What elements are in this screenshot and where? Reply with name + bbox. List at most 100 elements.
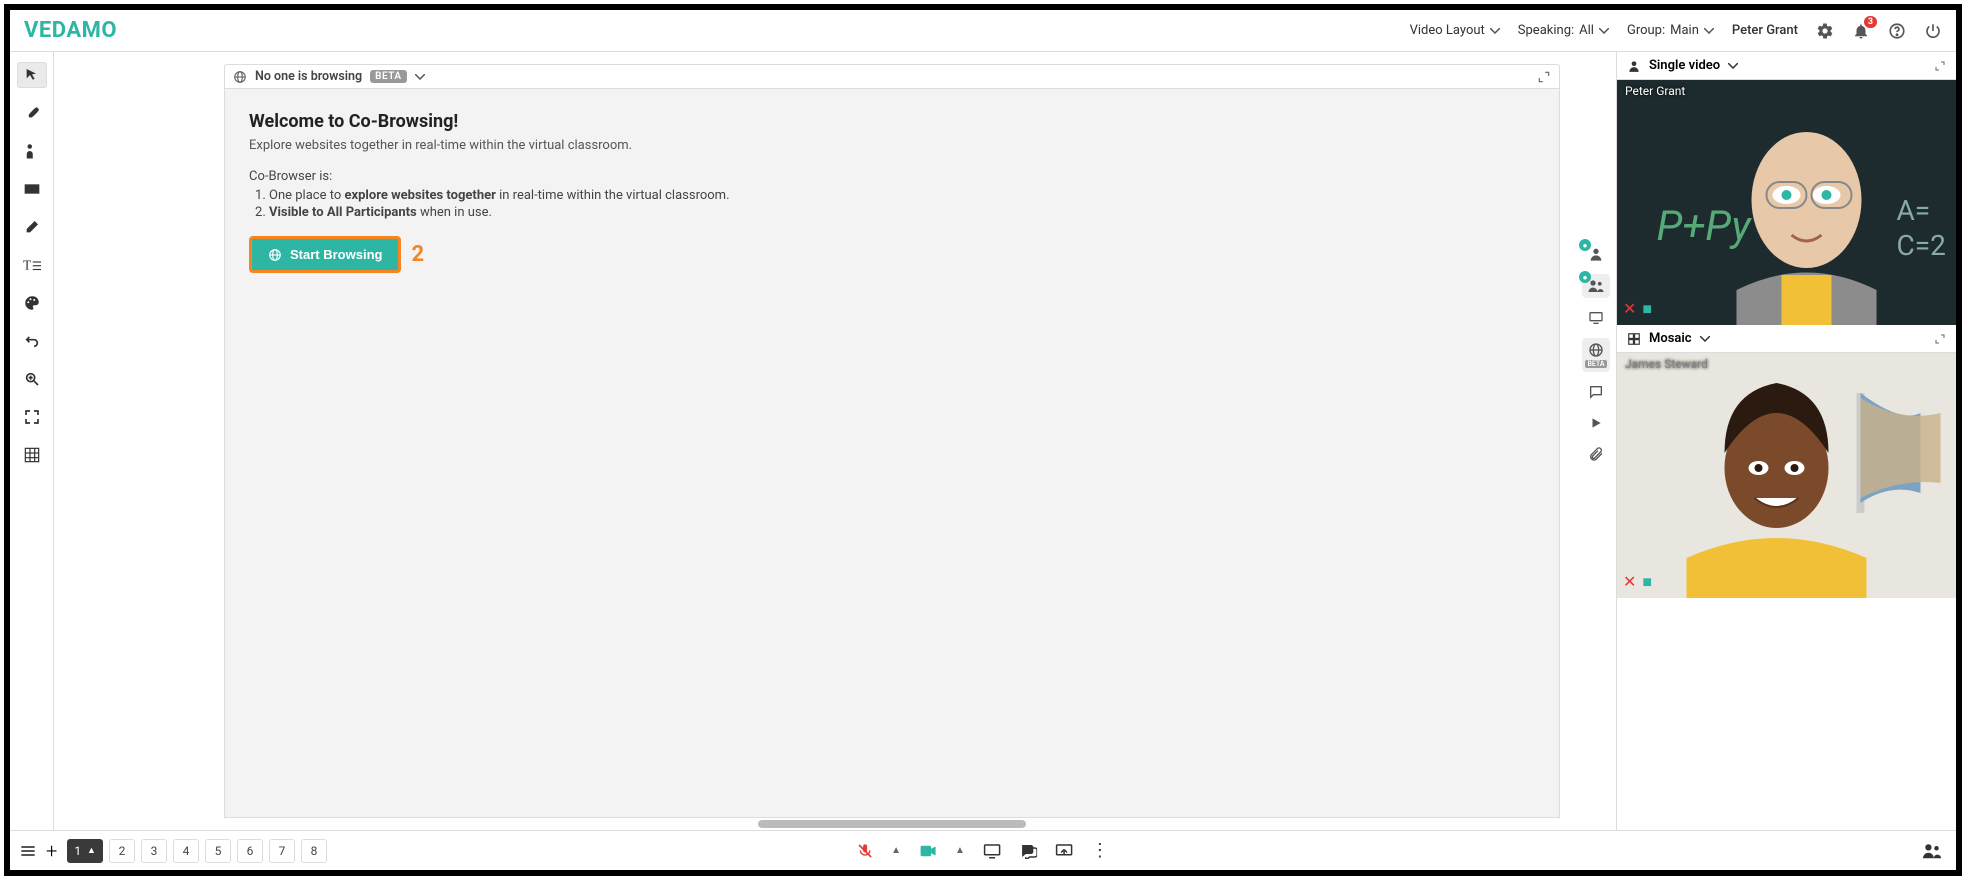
power-icon[interactable] xyxy=(1924,22,1942,40)
tool-grid[interactable] xyxy=(17,442,47,468)
cobrowse-status-text: No one is browsing xyxy=(255,69,362,84)
video-layout-dropdown[interactable]: Video Layout xyxy=(1410,23,1500,38)
camera-options[interactable]: ▲ xyxy=(955,845,965,856)
notif-badge: 3 xyxy=(1864,16,1877,28)
expand-icon[interactable] xyxy=(1934,60,1946,72)
video-tile-name: James Steward xyxy=(1625,357,1708,371)
speaking-label: Speaking: xyxy=(1518,23,1574,38)
dock-participants[interactable]: ● xyxy=(1582,274,1610,298)
video-tile-name: Peter Grant xyxy=(1625,84,1685,98)
tool-pointer[interactable] xyxy=(17,62,47,88)
menu-icon[interactable] xyxy=(20,844,36,858)
chevron-down-icon xyxy=(1490,28,1500,34)
camera-button[interactable] xyxy=(919,844,937,858)
tool-palette[interactable] xyxy=(17,290,47,316)
video-tile-1[interactable]: P+Py A= C=2 Peter Grant ✕ ■ xyxy=(1617,80,1956,325)
person-icon xyxy=(1627,59,1641,73)
media-controls: ▲ ▲ ⋮ xyxy=(857,840,1109,861)
dock-chat[interactable] xyxy=(1582,380,1610,404)
more-button[interactable]: ⋮ xyxy=(1091,840,1109,861)
beta-badge: BETA xyxy=(370,70,406,83)
expand-icon[interactable] xyxy=(1934,333,1946,345)
globe-icon xyxy=(268,248,282,262)
callout-number: 2 xyxy=(411,242,424,267)
tool-undo[interactable] xyxy=(17,328,47,354)
globe-icon xyxy=(233,70,247,84)
tool-brush[interactable] xyxy=(17,100,47,126)
dock-single-participant[interactable]: ● xyxy=(1582,242,1610,266)
add-page-button[interactable]: + xyxy=(46,839,57,863)
cobrowse-status-bar: No one is browsing BETA xyxy=(224,64,1560,89)
video-tile-2[interactable]: James Steward ✕ ■ xyxy=(1617,353,1956,598)
chevron-down-icon xyxy=(1704,28,1714,34)
cobrowse-subtitle: Explore websites together in real-time w… xyxy=(249,138,1535,153)
svg-text:C=2: C=2 xyxy=(1897,229,1946,262)
tool-rectangle[interactable] xyxy=(17,176,47,202)
tool-eraser[interactable] xyxy=(17,214,47,240)
gear-icon[interactable] xyxy=(1816,22,1834,40)
tool-fit[interactable] xyxy=(17,404,47,430)
page-chip[interactable]: 5 xyxy=(205,839,231,863)
page-chip[interactable]: 7 xyxy=(269,839,295,863)
tool-presenter[interactable] xyxy=(17,138,47,164)
dock-play[interactable] xyxy=(1582,412,1610,434)
page-chip[interactable]: 3 xyxy=(141,839,167,863)
top-header: VEDAMO Video Layout Speaking: All Group:… xyxy=(10,10,1956,52)
chevron-down-icon xyxy=(1599,28,1609,34)
svg-text:T: T xyxy=(23,258,32,273)
chevron-down-icon xyxy=(415,74,425,80)
dock-cobrowse[interactable]: BETA xyxy=(1582,338,1610,372)
group-dropdown[interactable]: Group: Main xyxy=(1627,23,1714,38)
bottom-bar: + 1 ▲2345678 ▲ ▲ ⋮ xyxy=(10,830,1956,870)
dock-screen-share[interactable] xyxy=(1582,306,1610,330)
horizontal-scrollbar[interactable] xyxy=(224,818,1560,830)
mic-options[interactable]: ▲ xyxy=(891,845,901,856)
single-video-header[interactable]: Single video xyxy=(1617,52,1956,80)
chat-button[interactable] xyxy=(1019,843,1037,859)
mosaic-label: Mosaic xyxy=(1649,331,1692,346)
group-value: Main xyxy=(1670,23,1699,38)
svg-text:P+Py: P+Py xyxy=(1657,202,1753,251)
beta-badge: BETA xyxy=(1585,360,1606,368)
start-browsing-button[interactable]: Start Browsing xyxy=(249,236,401,273)
help-icon[interactable] xyxy=(1888,22,1906,40)
camera-badge-icon: ● xyxy=(1579,239,1591,251)
single-video-label: Single video xyxy=(1649,58,1720,73)
cast-button[interactable] xyxy=(1055,843,1073,859)
chevron-down-icon xyxy=(1728,63,1738,69)
grid-icon xyxy=(1627,332,1641,346)
cobrowse-feature-1: One place to explore websites together i… xyxy=(269,188,1535,203)
speaking-dropdown[interactable]: Speaking: All xyxy=(1518,23,1609,38)
page-chip[interactable]: 2 xyxy=(109,839,135,863)
tool-text[interactable]: T xyxy=(17,252,47,278)
svg-text:A=: A= xyxy=(1897,194,1931,227)
expand-icon[interactable] xyxy=(1537,70,1551,84)
mosaic-header[interactable]: Mosaic xyxy=(1617,325,1956,353)
start-browsing-label: Start Browsing xyxy=(290,247,382,262)
cobrowse-feature-2: Visible to All Participants when in use. xyxy=(269,205,1535,220)
user-name: Peter Grant xyxy=(1732,23,1798,38)
tool-zoom[interactable] xyxy=(17,366,47,392)
participants-button[interactable] xyxy=(1918,837,1946,865)
cobrowse-list-heading: Co-Browser is: xyxy=(249,169,1535,184)
group-label: Group: xyxy=(1627,23,1665,38)
right-dock: ● ● BETA xyxy=(1576,52,1616,830)
cobrowse-dropdown[interactable] xyxy=(415,74,425,80)
camera-on-icon: ■ xyxy=(1642,572,1652,592)
mic-off-icon: ✕ xyxy=(1623,299,1636,319)
video-layout-label: Video Layout xyxy=(1410,23,1485,38)
chevron-down-icon xyxy=(1700,336,1710,342)
cobrowse-title: Welcome to Co-Browsing! xyxy=(249,111,1535,132)
screen-share-button[interactable] xyxy=(983,843,1001,859)
bell-icon[interactable]: 3 xyxy=(1852,22,1870,40)
speaking-value: All xyxy=(1579,23,1594,38)
mic-button[interactable] xyxy=(857,842,873,860)
page-chip[interactable]: 1 ▲ xyxy=(67,839,103,863)
camera-on-icon: ■ xyxy=(1642,299,1652,319)
cobrowse-panel: Welcome to Co-Browsing! Explore websites… xyxy=(224,89,1560,818)
page-chip[interactable]: 4 xyxy=(173,839,199,863)
page-chip[interactable]: 6 xyxy=(237,839,263,863)
dock-attachment[interactable] xyxy=(1582,442,1610,466)
mic-off-icon: ✕ xyxy=(1623,572,1636,592)
page-chip[interactable]: 8 xyxy=(301,839,327,863)
